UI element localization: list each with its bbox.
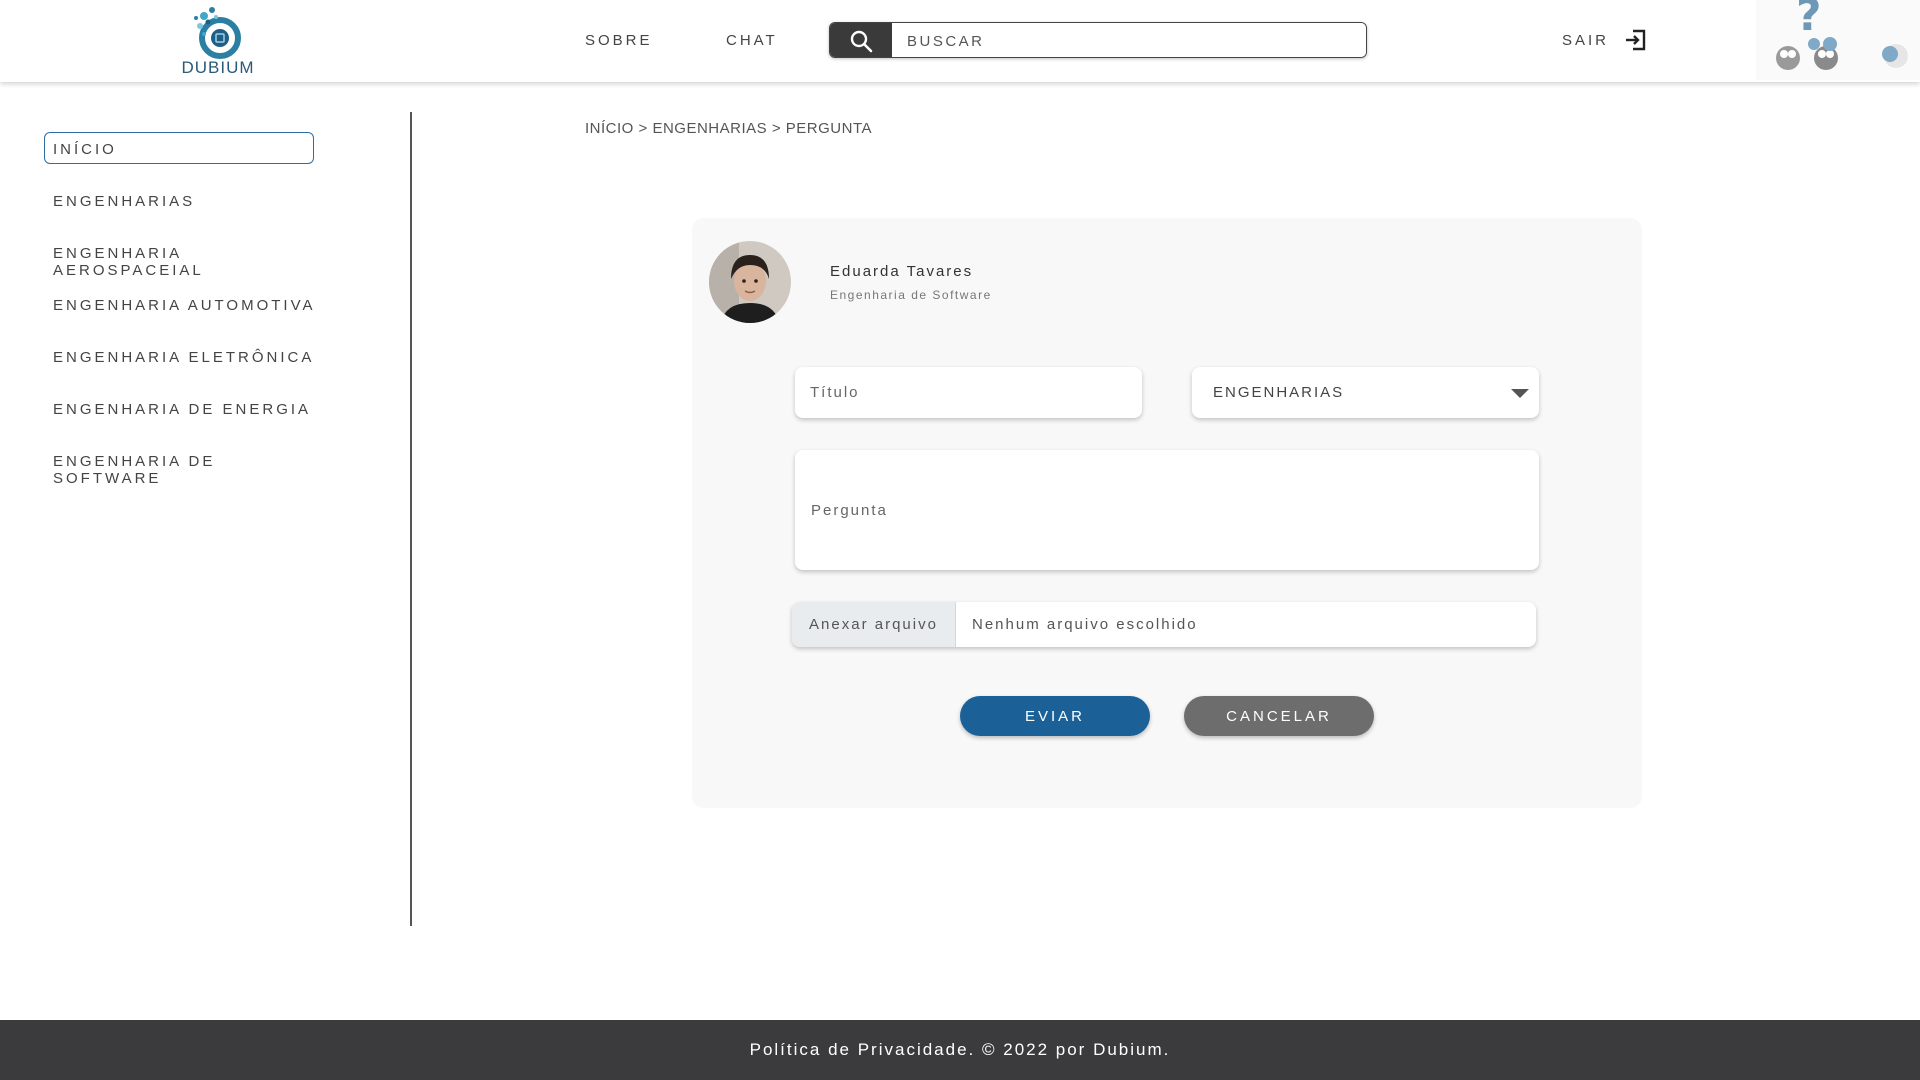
breadcrumb-pergunta: PERGUNTA: [785, 120, 872, 137]
footer: Política de Privacidade. © 2022 por Dubi…: [0, 1020, 1920, 1080]
breadcrumb-separator: >: [767, 120, 786, 137]
breadcrumb-inicio[interactable]: INÍCIO: [585, 120, 634, 137]
sidebar-item-automotiva[interactable]: ENGENHARIA AUTOMOTIVA: [44, 288, 324, 320]
search-button[interactable]: [830, 23, 892, 57]
category-select-value: ENGENHARIAS: [1213, 384, 1345, 401]
file-status: Nenhum arquivo escolhido: [972, 616, 1198, 633]
mascot-illustration: ?: [1756, 0, 1920, 80]
user-avatar: [709, 241, 791, 323]
top-header: DUBIUM SOBRE CHAT SAIR ?: [0, 0, 1920, 82]
search-bar: [829, 22, 1367, 58]
logo-text: DUBIUM: [181, 58, 255, 77]
sidebar-nav: INÍCIO ENGENHARIAS ENGENHARIA AEROSPACEI…: [44, 132, 324, 496]
sidebar-item-energia[interactable]: ENGENHARIA DE ENERGIA: [44, 392, 324, 424]
breadcrumb-separator: >: [633, 120, 653, 137]
breadcrumb-engenharias[interactable]: ENGENHARIAS: [652, 120, 767, 137]
search-input[interactable]: [892, 23, 1366, 57]
question-form-card: Eduarda Tavares Engenharia de Software E…: [692, 218, 1642, 808]
sidebar-item-engenharias[interactable]: ENGENHARIAS: [44, 184, 324, 216]
nav-chat[interactable]: CHAT: [726, 32, 778, 49]
nav-sobre[interactable]: SOBRE: [585, 32, 653, 49]
sidebar-item-aerospaceial[interactable]: ENGENHARIA AEROSPACEIAL: [44, 236, 324, 279]
logout-icon: [1626, 29, 1646, 51]
sidebar-item-inicio[interactable]: INÍCIO: [44, 132, 314, 164]
category-select[interactable]: ENGENHARIAS: [1192, 367, 1539, 418]
sidebar-item-software[interactable]: ENGENHARIA DE SOFTWARE: [44, 444, 324, 487]
user-name: Eduarda Tavares: [830, 263, 974, 280]
file-attachment: Anexar arquivo Nenhum arquivo escolhido: [792, 602, 1536, 647]
title-input[interactable]: [795, 367, 1142, 418]
cancel-button[interactable]: CANCELAR: [1184, 696, 1374, 736]
submit-button[interactable]: EVIAR: [960, 696, 1150, 736]
search-icon: [850, 30, 873, 53]
logout-label: SAIR: [1562, 31, 1610, 49]
footer-text[interactable]: Política de Privacidade. © 2022 por Dubi…: [750, 1040, 1171, 1060]
dubium-logo-icon: [194, 7, 241, 59]
chevron-down-icon: [1511, 389, 1529, 398]
question-textarea[interactable]: [795, 450, 1539, 570]
user-department: Engenharia de Software: [830, 288, 992, 302]
breadcrumb: INÍCIO > ENGENHARIAS > PERGUNTA: [585, 120, 872, 137]
logout-button[interactable]: SAIR: [1562, 28, 1647, 52]
dubium-logo[interactable]: DUBIUM: [160, 2, 276, 78]
attach-file-button[interactable]: Anexar arquivo: [792, 602, 956, 647]
sidebar-item-eletronica[interactable]: ENGENHARIA ELETRÔNICA: [44, 340, 324, 372]
svg-text:?: ?: [1796, 0, 1822, 41]
sidebar-divider: [410, 112, 412, 926]
